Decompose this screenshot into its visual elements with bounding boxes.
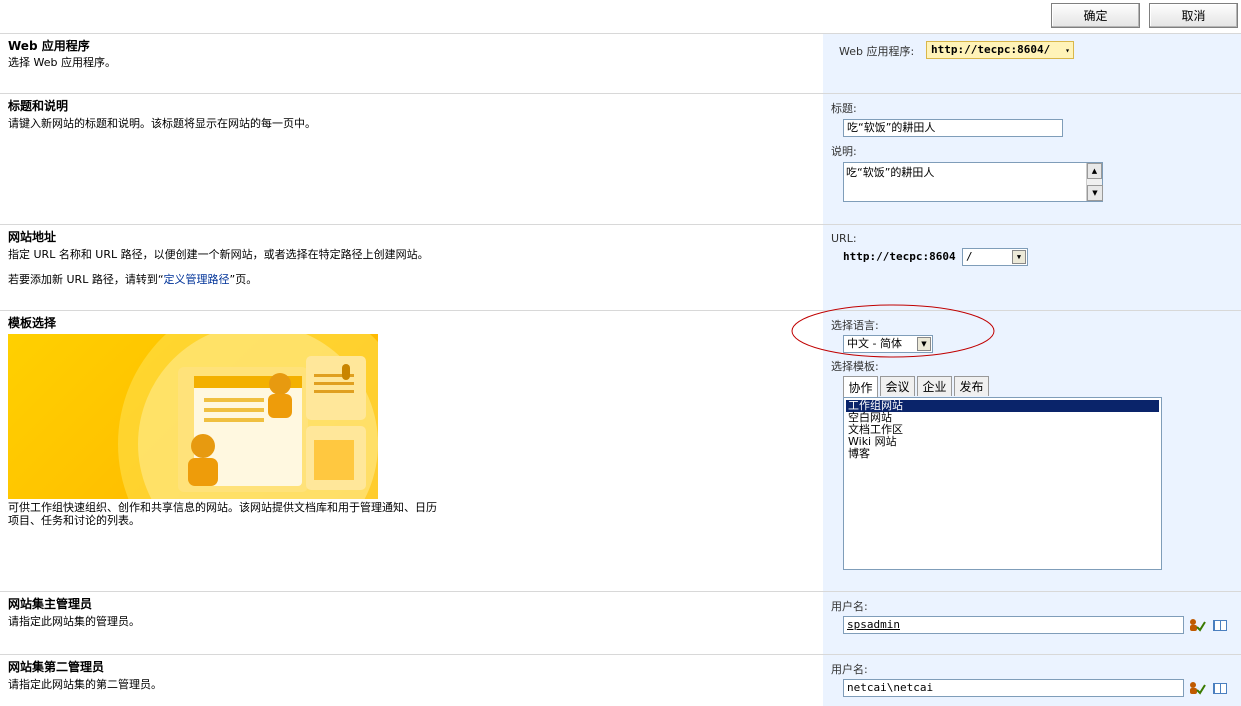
secondary-user-label: 用户名: (831, 663, 868, 676)
title-input[interactable]: 吃“软饭”的耕田人 (843, 119, 1063, 137)
url-prefix: http://tecpc:8604 (843, 250, 956, 263)
divider (0, 224, 1241, 225)
ok-button[interactable]: 确定 (1051, 3, 1140, 28)
highlight-circle (791, 304, 995, 358)
url-path-value: / (966, 250, 973, 263)
template-desc-line2: 项目、任务和讨论的列表。 (8, 514, 140, 527)
primary-admin-title: 网站集主管理员 (8, 597, 93, 611)
secondary-admin-input[interactable]: netcai\netcai (843, 679, 1184, 697)
list-item[interactable]: Wiki 网站 (846, 436, 1159, 448)
cancel-button[interactable]: 取消 (1149, 3, 1238, 28)
description-text: 吃“软饭”的耕田人 (846, 166, 935, 179)
scrollbar[interactable]: ▲ ▼ (1086, 163, 1103, 201)
divider (0, 310, 1241, 311)
template-preview-graphic (118, 334, 378, 499)
scroll-up-icon[interactable]: ▲ (1087, 163, 1102, 179)
template-preview-image (8, 334, 378, 499)
tab-publishing[interactable]: 发布 (954, 376, 989, 396)
title-section-desc: 请键入新网站的标题和说明。该标题将显示在网站的每一页中。 (8, 117, 316, 130)
tab-meetings[interactable]: 会议 (880, 376, 915, 396)
address-section-desc: 指定 URL 名称和 URL 路径，以便创建一个新网站，或者选择在特定路径上创建… (8, 248, 429, 261)
template-section-title: 模板选择 (8, 316, 57, 330)
url-path-select[interactable]: / ▼ (962, 248, 1028, 266)
tab-enterprise[interactable]: 企业 (917, 376, 952, 396)
description-label: 说明: (831, 145, 857, 158)
template-list[interactable]: 工作组网站 空白网站 文档工作区 Wiki 网站 博客 (843, 397, 1162, 570)
title-label: 标题: (831, 102, 857, 115)
browse-book-icon[interactable] (1211, 680, 1229, 696)
check-names-icon[interactable] (1188, 680, 1206, 696)
primary-admin-input[interactable]: spsadmin (843, 616, 1184, 634)
list-item[interactable]: 工作组网站 (846, 400, 1159, 412)
dropdown-arrow-icon: ▾ (1065, 46, 1070, 55)
webapp-field-label: Web 应用程序: (839, 45, 915, 58)
url-label: URL: (831, 232, 857, 245)
secondary-admin-desc: 请指定此网站集的第二管理员。 (8, 678, 162, 691)
browse-book-icon[interactable] (1211, 617, 1229, 633)
webapp-section-title: Web 应用程序 (8, 39, 90, 53)
divider (0, 93, 1241, 94)
webapp-selector[interactable]: http://tecpc:8604/ ▾ (926, 41, 1074, 59)
scroll-down-icon[interactable]: ▼ (1087, 185, 1103, 201)
webapp-selector-value: http://tecpc:8604/ (931, 43, 1051, 56)
webapp-section-desc: 选择 Web 应用程序。 (8, 56, 116, 69)
tab-collaboration[interactable]: 协作 (843, 376, 878, 397)
template-label: 选择模板: (831, 360, 879, 373)
primary-admin-desc: 请指定此网站集的管理员。 (8, 615, 140, 628)
list-item[interactable]: 博客 (846, 448, 1159, 460)
address-desc2-prefix: 若要添加新 URL 路径，请转到“ (8, 273, 164, 286)
address-section-desc2: 若要添加新 URL 路径，请转到“定义管理路径”页。 (8, 273, 257, 286)
address-section-title: 网站地址 (8, 230, 57, 244)
managed-paths-link[interactable]: 定义管理路径 (164, 273, 230, 286)
template-desc-line1: 可供工作组快速组织、创作和共享信息的网站。该网站提供文档库和用于管理通知、日历 (8, 501, 437, 514)
title-section-title: 标题和说明 (8, 99, 69, 113)
secondary-admin-title: 网站集第二管理员 (8, 660, 105, 674)
address-desc2-suffix: ”页。 (229, 273, 258, 286)
divider (0, 33, 1241, 34)
description-textarea[interactable]: 吃“软饭”的耕田人 ▲ ▼ (843, 162, 1103, 202)
dropdown-arrow-icon[interactable]: ▼ (1012, 250, 1026, 264)
primary-user-label: 用户名: (831, 600, 868, 613)
divider (0, 591, 1241, 592)
divider (0, 654, 1241, 655)
check-names-icon[interactable] (1188, 617, 1206, 633)
